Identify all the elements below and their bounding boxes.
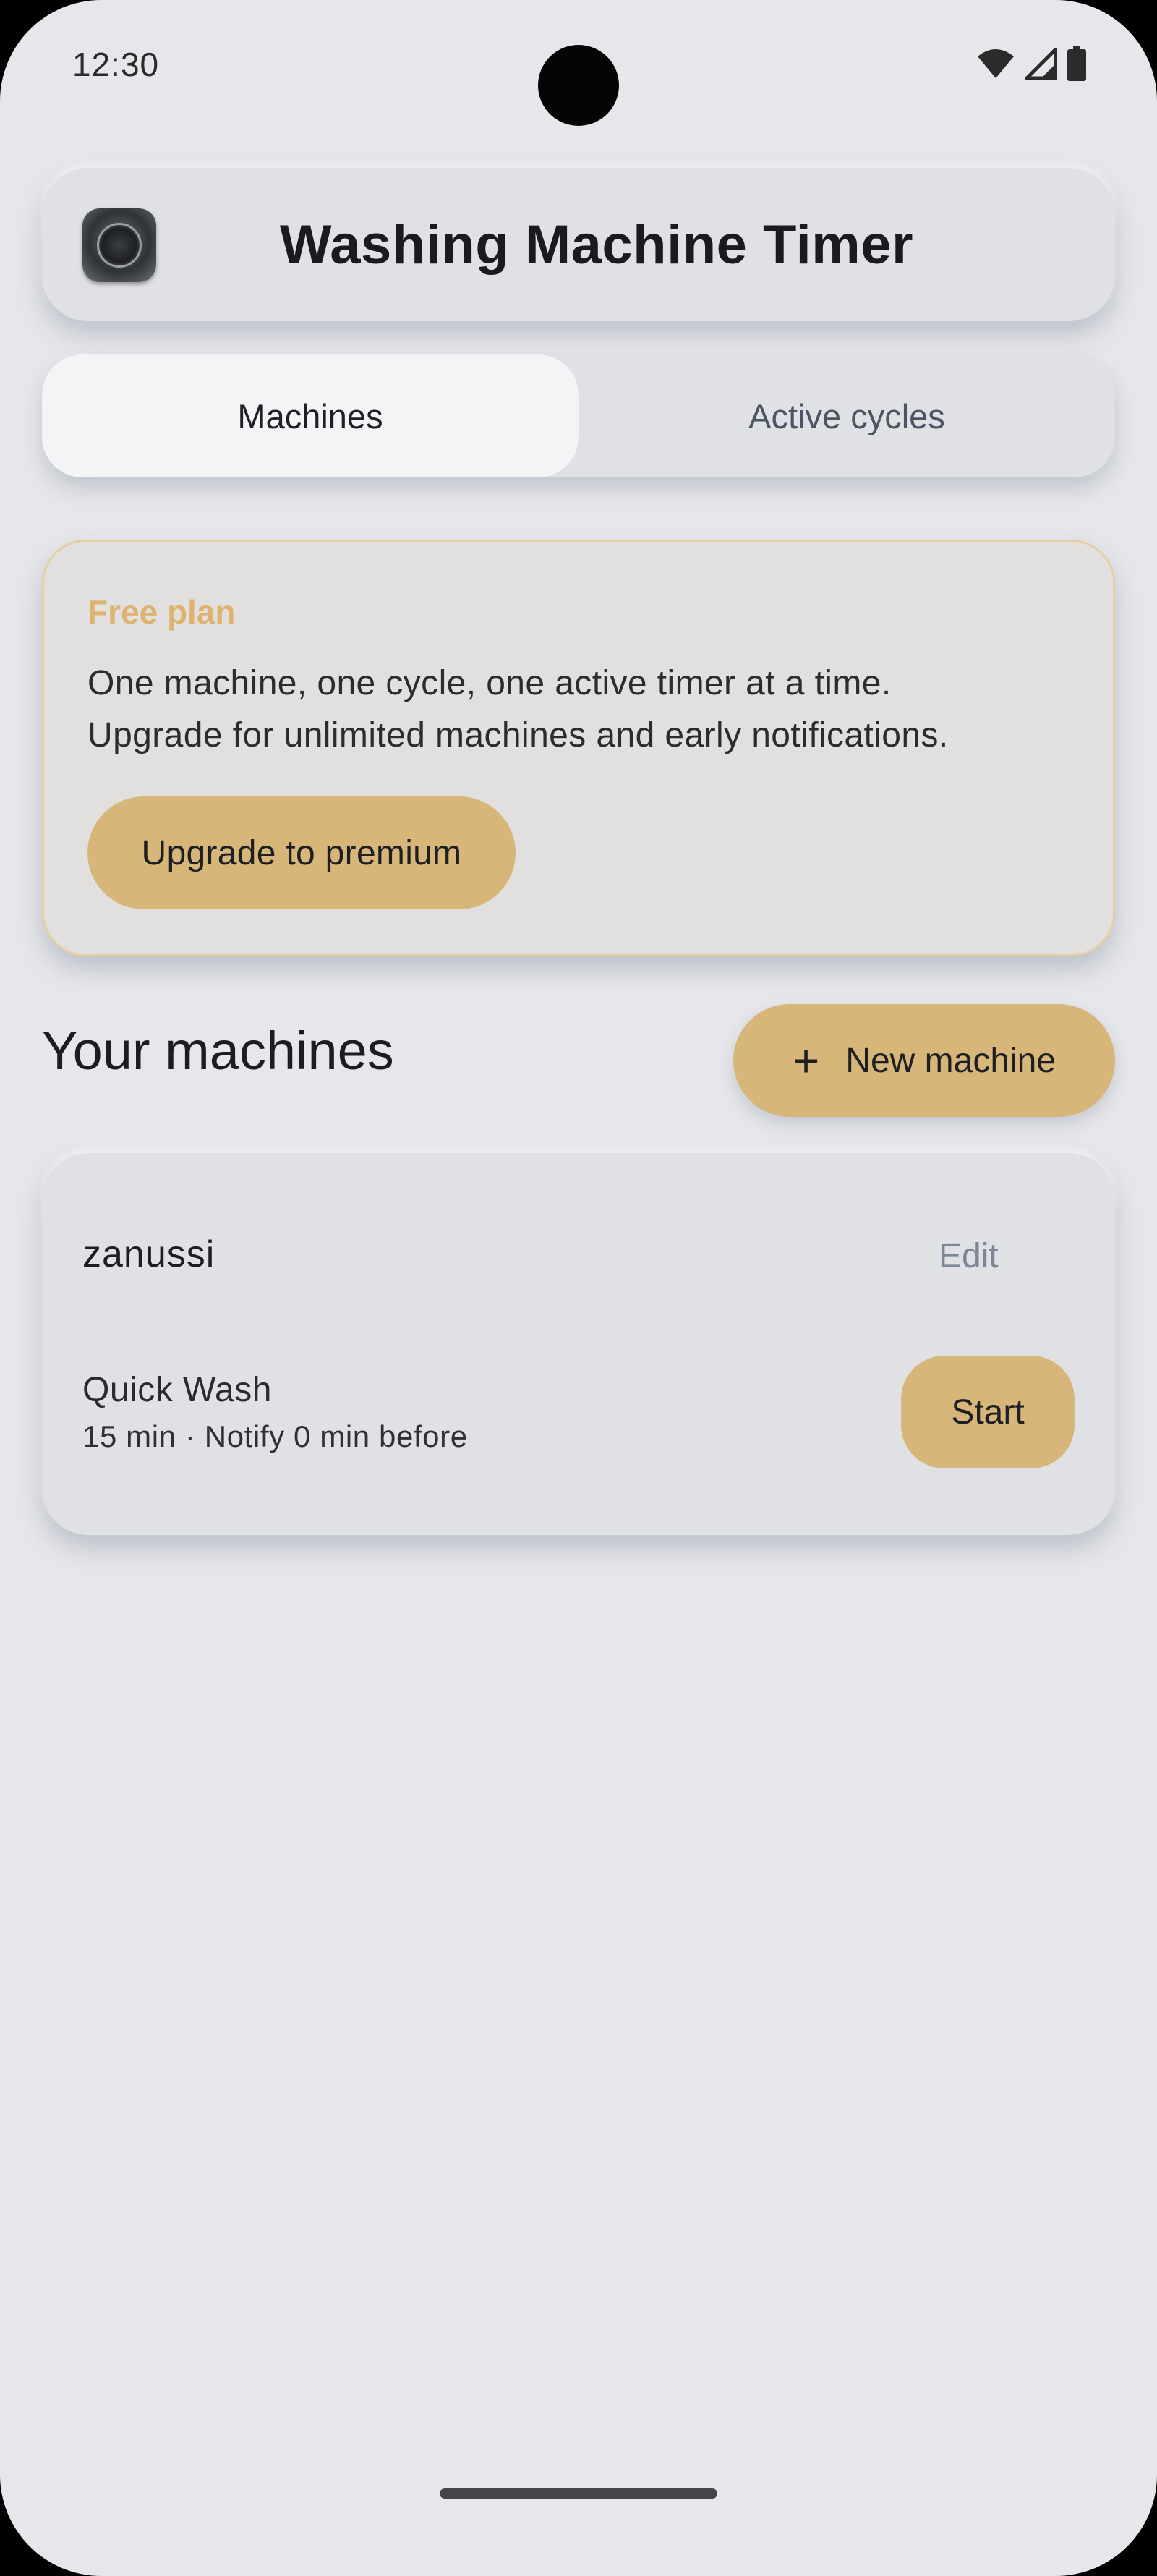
plan-description-line-1: One machine, one cycle, one active timer… [87,664,892,702]
section-title: Your machines [42,1021,394,1081]
tab-machines[interactable]: Machines [42,354,578,477]
status-icons [976,46,1086,81]
cycle-details: 15 min · Notify 0 min before [82,1419,468,1453]
start-cycle-button[interactable]: Start [901,1356,1075,1468]
free-plan-card: Free plan One machine, one cycle, one ac… [42,540,1115,956]
edit-machine-button[interactable]: Edit [939,1236,999,1276]
status-time: 12:30 [72,46,160,83]
wifi-icon [976,48,1015,80]
new-machine-label: New machine [845,1041,1056,1080]
tab-bar: Machines Active cycles [42,354,1115,477]
app-header: Washing Machine Timer [42,168,1115,321]
plan-description-line-2: Upgrade for unlimited machines and early… [87,716,949,754]
machine-card: zanussi Edit Quick Wash 15 min · Notify … [42,1153,1115,1535]
phone-screen: 12:30 Washing Machine Timer Machines Act… [0,0,1157,2576]
app-title: Washing Machine Timer [279,213,914,276]
machine-name: zanussi [82,1233,215,1275]
tab-active-cycles[interactable]: Active cycles [578,354,1115,477]
front-camera [538,45,619,126]
signal-icon [1025,48,1057,80]
battery-icon [1067,46,1086,81]
drum-shape [97,223,142,268]
home-indicator[interactable] [440,2488,717,2499]
washing-machine-icon [82,208,156,282]
plan-title: Free plan [87,593,236,631]
upgrade-button[interactable]: Upgrade to premium [87,796,516,909]
plan-description: One machine, one cycle, one active timer… [87,658,1085,762]
cycle-name: Quick Wash [82,1371,272,1409]
new-machine-button[interactable]: + New machine [733,1004,1115,1117]
plus-icon: + [792,1034,820,1087]
